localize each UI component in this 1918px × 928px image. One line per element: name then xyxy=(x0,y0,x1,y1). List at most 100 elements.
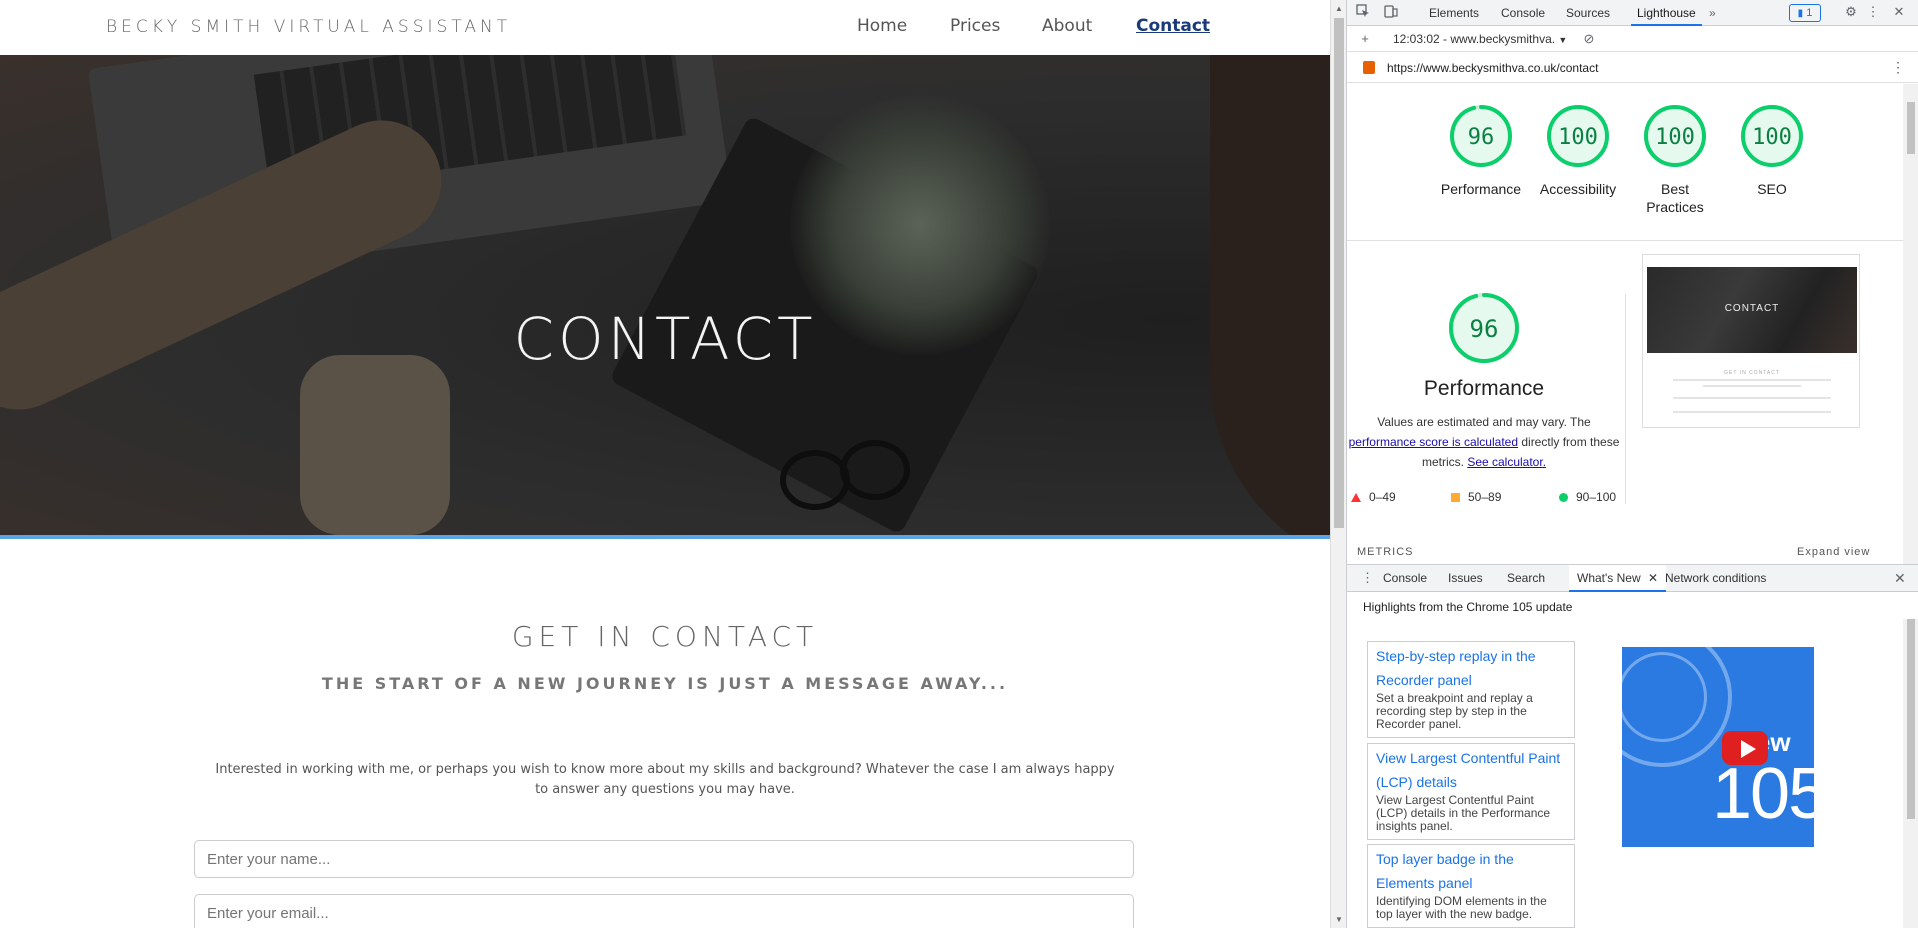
nav-link-about[interactable]: About xyxy=(1042,16,1092,36)
report-selector-label: 12:03:02 - www.beckysmithva. xyxy=(1393,32,1556,46)
play-triangle xyxy=(1741,740,1756,758)
more-options-icon[interactable]: ⋮ xyxy=(1865,4,1881,20)
performance-big-gauge: 96 xyxy=(1449,293,1519,363)
hero-background-wood xyxy=(1210,55,1330,535)
expand-view-link[interactable]: Expand view xyxy=(1797,546,1870,558)
drawer-tab-whats-new-label: What's New xyxy=(1577,571,1641,585)
gauge-score: 96 xyxy=(1470,315,1499,343)
page-scrollbar-thumb[interactable] xyxy=(1334,18,1344,528)
legend-average: 50–89 xyxy=(1451,490,1501,505)
score-gauge-seo[interactable]: 100 xyxy=(1739,103,1805,169)
lighthouse-toolbar: + 12:03:02 - www.beckysmithva. ▼ ⊘ xyxy=(1347,27,1918,52)
nav-link-prices[interactable]: Prices xyxy=(950,16,1000,36)
devtools-tab-sources[interactable]: Sources xyxy=(1566,0,1610,26)
performance-description: Values are estimated and may vary. The p… xyxy=(1347,412,1621,472)
metrics-heading: METRICS Expand view xyxy=(1357,546,1869,558)
circle-icon xyxy=(1559,491,1568,505)
score-gauge-accessibility[interactable]: 100 xyxy=(1545,103,1611,169)
gauge-label-seo: SEO xyxy=(1757,181,1787,197)
screen: BECKY SMITH VIRTUAL ASSISTANT Home Price… xyxy=(0,0,1918,928)
plus-icon[interactable]: + xyxy=(1357,31,1373,47)
whats-new-card[interactable]: Top layer badge in the Elements panel Id… xyxy=(1367,844,1575,928)
gauge-score: 100 xyxy=(1752,125,1792,150)
drawer-scrollbar-thumb[interactable] xyxy=(1907,619,1915,819)
contact-subheading: THE START OF A NEW JOURNEY IS JUST A MES… xyxy=(321,674,1009,693)
report-divider xyxy=(1347,240,1903,241)
email-field[interactable] xyxy=(194,894,1134,928)
drawer-tab-network-conditions[interactable]: Network conditions xyxy=(1665,565,1766,592)
whats-new-card[interactable]: Step-by-step replay in the Recorder pane… xyxy=(1367,641,1575,738)
page-scrollbar[interactable]: ▲ ▼ xyxy=(1330,0,1346,928)
scroll-up-arrow-icon[interactable]: ▲ xyxy=(1331,4,1347,13)
devtools-tab-console[interactable]: Console xyxy=(1501,0,1545,26)
devtools-tab-elements[interactable]: Elements xyxy=(1429,0,1479,26)
drawer-tab-issues[interactable]: Issues xyxy=(1448,565,1483,592)
devtools-tab-lighthouse[interactable]: Lighthouse xyxy=(1631,0,1702,26)
score-gauge-performance[interactable]: 96 xyxy=(1448,103,1514,169)
see-calculator-link[interactable]: See calculator. xyxy=(1467,455,1546,469)
card-title-link[interactable]: Step-by-step replay in the Recorder pane… xyxy=(1376,644,1566,692)
report-url-bar: https://www.beckysmithva.co.uk/contact ⋮ xyxy=(1347,53,1918,83)
drawer-close-icon[interactable]: ✕ xyxy=(1894,570,1906,587)
legend-poor: 0–49 xyxy=(1351,490,1396,505)
clear-icon[interactable]: ⊘ xyxy=(1581,31,1597,47)
report-scrollbar-thumb[interactable] xyxy=(1907,102,1915,154)
nav-link-home[interactable]: Home xyxy=(857,16,907,36)
hero-title: CONTACT xyxy=(513,305,817,373)
report-url[interactable]: https://www.beckysmithva.co.uk/contact xyxy=(1387,61,1598,75)
legend-good-label: 90–100 xyxy=(1576,490,1617,504)
whats-new-card[interactable]: View Largest Contentful Paint (LCP) deta… xyxy=(1367,743,1575,840)
issues-badge[interactable]: ▮ 1 xyxy=(1789,4,1821,22)
devtools-main-toolbar: Elements Console Sources Lighthouse » ▮ … xyxy=(1347,0,1918,26)
name-field[interactable] xyxy=(194,840,1134,878)
report-vertical-divider xyxy=(1625,294,1626,504)
hero-accent-bar xyxy=(0,535,1330,539)
gauge-score: 96 xyxy=(1468,125,1495,150)
play-button-icon[interactable] xyxy=(1722,731,1768,765)
whats-new-video-thumbnail[interactable]: new 105 xyxy=(1622,647,1814,847)
perf-score-calc-link[interactable]: performance score is calculated xyxy=(1349,435,1518,449)
report-selector[interactable]: 12:03:02 - www.beckysmithva. ▼ xyxy=(1393,32,1567,46)
score-gauge-best-practices[interactable]: 100 xyxy=(1642,103,1708,169)
page-screenshot-thumbnail[interactable]: CONTACT GET IN CONTACT xyxy=(1642,254,1860,428)
gear-icon[interactable]: ⚙ xyxy=(1843,4,1859,20)
card-body: View Largest Contentful Paint (LCP) deta… xyxy=(1376,793,1551,833)
device-toolbar-icon[interactable] xyxy=(1383,4,1399,20)
drawer-tab-search[interactable]: Search xyxy=(1507,565,1545,592)
chevron-double-right-icon[interactable]: » xyxy=(1709,0,1716,26)
lighthouse-report: 96 100 100 100 Performance Accessibility… xyxy=(1347,84,1903,564)
card-body: Identifying DOM elements in the top laye… xyxy=(1376,894,1547,921)
hero-sleeve-image xyxy=(300,355,450,535)
square-icon xyxy=(1451,491,1460,505)
card-title-link[interactable]: View Largest Contentful Paint (LCP) deta… xyxy=(1376,746,1566,794)
card-body: Set a breakpoint and replay a recording … xyxy=(1376,691,1533,731)
website-viewport: BECKY SMITH VIRTUAL ASSISTANT Home Price… xyxy=(0,0,1330,928)
gauge-label-text: Best Practices xyxy=(1646,181,1704,215)
card-title-link[interactable]: Top layer badge in the Elements panel xyxy=(1376,847,1566,895)
hero-banner: CONTACT xyxy=(0,55,1330,535)
site-brand[interactable]: BECKY SMITH VIRTUAL ASSISTANT xyxy=(106,17,511,37)
gauge-label-accessibility: Accessibility xyxy=(1539,181,1617,197)
inspect-element-icon[interactable] xyxy=(1355,4,1371,20)
close-icon[interactable]: ✕ xyxy=(1891,4,1907,20)
triangle-icon xyxy=(1351,491,1361,505)
drawer-tab-whats-new[interactable]: What's New ✕ xyxy=(1569,565,1667,592)
thumbnail-title: CONTACT xyxy=(1724,303,1780,314)
thumbnail-line xyxy=(1673,397,1831,399)
drawer-scrollbar[interactable] xyxy=(1903,619,1918,928)
tab-close-icon[interactable]: ✕ xyxy=(1648,571,1658,585)
devtools-panel: Elements Console Sources Lighthouse » ▮ … xyxy=(1346,0,1918,928)
drawer-tab-console[interactable]: Console xyxy=(1383,565,1427,592)
report-scrollbar[interactable] xyxy=(1903,84,1918,564)
nav-link-contact[interactable]: Contact xyxy=(1136,16,1210,36)
gauge-label-performance: Performance xyxy=(1440,181,1522,197)
report-menu-icon[interactable]: ⋮ xyxy=(1891,59,1905,76)
scroll-down-arrow-icon[interactable]: ▼ xyxy=(1331,915,1347,924)
thumbnail-subtitle: GET IN CONTACT xyxy=(1724,370,1780,376)
gauge-label-best-practices: Best Practices xyxy=(1620,180,1730,216)
video-version-number: 105 xyxy=(1712,754,1814,834)
drawer-menu-icon[interactable]: ⋮ xyxy=(1361,570,1374,586)
whats-new-heading: Highlights from the Chrome 105 update xyxy=(1363,600,1573,614)
performance-title: Performance xyxy=(1423,377,1545,400)
hero-glasses-image xyxy=(840,440,910,500)
